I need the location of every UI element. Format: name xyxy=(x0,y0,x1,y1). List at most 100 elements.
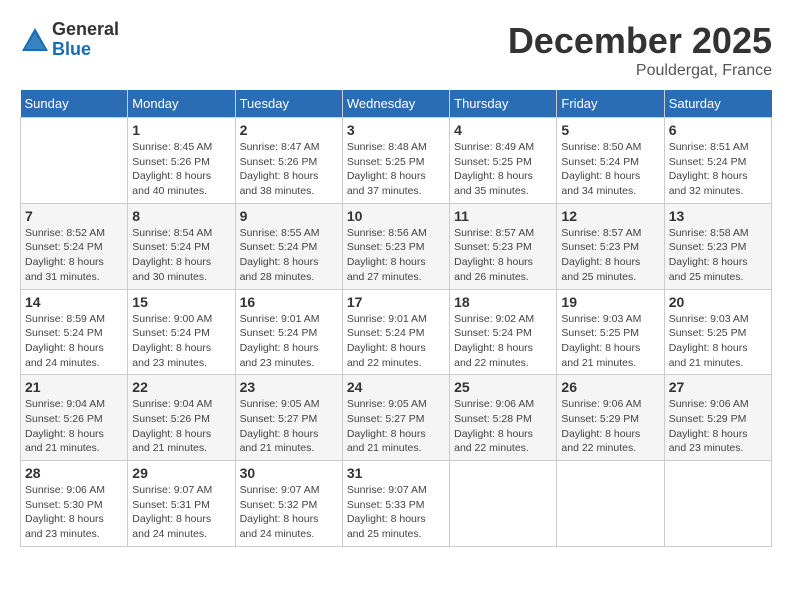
calendar-cell: 30 Sunrise: 9:07 AM Sunset: 5:32 PM Dayl… xyxy=(235,461,342,547)
day-info: Sunrise: 8:59 AM Sunset: 5:24 PM Dayligh… xyxy=(25,312,123,371)
weekday-header: Friday xyxy=(557,90,664,118)
daylight: Daylight: 8 hours and 24 minutes. xyxy=(240,513,319,540)
sunrise: Sunrise: 9:03 AM xyxy=(561,313,641,325)
calendar-cell xyxy=(21,118,128,204)
day-info: Sunrise: 9:07 AM Sunset: 5:33 PM Dayligh… xyxy=(347,483,445,542)
sunrise: Sunrise: 9:06 AM xyxy=(669,398,749,410)
sunset: Sunset: 5:23 PM xyxy=(347,241,425,253)
day-number: 20 xyxy=(669,294,767,310)
calendar-cell: 11 Sunrise: 8:57 AM Sunset: 5:23 PM Dayl… xyxy=(450,203,557,289)
daylight: Daylight: 8 hours and 21 minutes. xyxy=(669,342,748,369)
sunset: Sunset: 5:24 PM xyxy=(347,327,425,339)
day-number: 13 xyxy=(669,208,767,224)
sunrise: Sunrise: 8:50 AM xyxy=(561,141,641,153)
calendar-cell: 5 Sunrise: 8:50 AM Sunset: 5:24 PM Dayli… xyxy=(557,118,664,204)
day-number: 29 xyxy=(132,465,230,481)
calendar-week-row: 14 Sunrise: 8:59 AM Sunset: 5:24 PM Dayl… xyxy=(21,289,772,375)
day-info: Sunrise: 9:03 AM Sunset: 5:25 PM Dayligh… xyxy=(669,312,767,371)
day-number: 18 xyxy=(454,294,552,310)
day-number: 24 xyxy=(347,379,445,395)
sunset: Sunset: 5:24 PM xyxy=(454,327,532,339)
day-number: 15 xyxy=(132,294,230,310)
sunrise: Sunrise: 9:03 AM xyxy=(669,313,749,325)
sunset: Sunset: 5:24 PM xyxy=(25,327,103,339)
sunset: Sunset: 5:25 PM xyxy=(561,327,639,339)
calendar-cell: 17 Sunrise: 9:01 AM Sunset: 5:24 PM Dayl… xyxy=(342,289,449,375)
daylight: Daylight: 8 hours and 21 minutes. xyxy=(347,428,426,455)
sunset: Sunset: 5:30 PM xyxy=(25,499,103,511)
title-block: December 2025 Pouldergat, France xyxy=(508,20,772,80)
calendar-body: 1 Sunrise: 8:45 AM Sunset: 5:26 PM Dayli… xyxy=(21,118,772,547)
sunrise: Sunrise: 9:00 AM xyxy=(132,313,212,325)
day-info: Sunrise: 8:57 AM Sunset: 5:23 PM Dayligh… xyxy=(454,226,552,285)
sunrise: Sunrise: 9:06 AM xyxy=(561,398,641,410)
calendar-cell: 29 Sunrise: 9:07 AM Sunset: 5:31 PM Dayl… xyxy=(128,461,235,547)
day-info: Sunrise: 8:47 AM Sunset: 5:26 PM Dayligh… xyxy=(240,140,338,199)
daylight: Daylight: 8 hours and 28 minutes. xyxy=(240,256,319,283)
day-info: Sunrise: 8:50 AM Sunset: 5:24 PM Dayligh… xyxy=(561,140,659,199)
day-number: 1 xyxy=(132,122,230,138)
sunset: Sunset: 5:24 PM xyxy=(240,327,318,339)
calendar-cell: 20 Sunrise: 9:03 AM Sunset: 5:25 PM Dayl… xyxy=(664,289,771,375)
sunset: Sunset: 5:27 PM xyxy=(240,413,318,425)
sunrise: Sunrise: 8:54 AM xyxy=(132,227,212,239)
sunrise: Sunrise: 8:47 AM xyxy=(240,141,320,153)
sunset: Sunset: 5:23 PM xyxy=(669,241,747,253)
sunset: Sunset: 5:23 PM xyxy=(561,241,639,253)
sunrise: Sunrise: 9:04 AM xyxy=(25,398,105,410)
calendar-cell: 23 Sunrise: 9:05 AM Sunset: 5:27 PM Dayl… xyxy=(235,375,342,461)
day-info: Sunrise: 9:02 AM Sunset: 5:24 PM Dayligh… xyxy=(454,312,552,371)
sunrise: Sunrise: 8:57 AM xyxy=(561,227,641,239)
sunrise: Sunrise: 9:06 AM xyxy=(454,398,534,410)
sunset: Sunset: 5:25 PM xyxy=(347,156,425,168)
logo-icon xyxy=(20,25,50,55)
calendar-cell: 7 Sunrise: 8:52 AM Sunset: 5:24 PM Dayli… xyxy=(21,203,128,289)
calendar-cell: 9 Sunrise: 8:55 AM Sunset: 5:24 PM Dayli… xyxy=(235,203,342,289)
day-number: 23 xyxy=(240,379,338,395)
sunrise: Sunrise: 8:58 AM xyxy=(669,227,749,239)
sunrise: Sunrise: 8:45 AM xyxy=(132,141,212,153)
location: Pouldergat, France xyxy=(508,62,772,80)
day-number: 27 xyxy=(669,379,767,395)
sunrise: Sunrise: 9:07 AM xyxy=(132,484,212,496)
day-number: 10 xyxy=(347,208,445,224)
sunrise: Sunrise: 8:51 AM xyxy=(669,141,749,153)
logo-blue: Blue xyxy=(52,40,119,60)
calendar-cell: 13 Sunrise: 8:58 AM Sunset: 5:23 PM Dayl… xyxy=(664,203,771,289)
day-info: Sunrise: 9:01 AM Sunset: 5:24 PM Dayligh… xyxy=(240,312,338,371)
day-info: Sunrise: 9:06 AM Sunset: 5:29 PM Dayligh… xyxy=(561,397,659,456)
weekday-header: Sunday xyxy=(21,90,128,118)
daylight: Daylight: 8 hours and 34 minutes. xyxy=(561,170,640,197)
sunrise: Sunrise: 9:05 AM xyxy=(240,398,320,410)
calendar-cell: 22 Sunrise: 9:04 AM Sunset: 5:26 PM Dayl… xyxy=(128,375,235,461)
sunrise: Sunrise: 9:04 AM xyxy=(132,398,212,410)
sunrise: Sunrise: 8:59 AM xyxy=(25,313,105,325)
day-info: Sunrise: 8:56 AM Sunset: 5:23 PM Dayligh… xyxy=(347,226,445,285)
calendar-cell: 26 Sunrise: 9:06 AM Sunset: 5:29 PM Dayl… xyxy=(557,375,664,461)
daylight: Daylight: 8 hours and 30 minutes. xyxy=(132,256,211,283)
day-info: Sunrise: 9:07 AM Sunset: 5:32 PM Dayligh… xyxy=(240,483,338,542)
sunrise: Sunrise: 8:52 AM xyxy=(25,227,105,239)
daylight: Daylight: 8 hours and 23 minutes. xyxy=(25,513,104,540)
day-number: 7 xyxy=(25,208,123,224)
daylight: Daylight: 8 hours and 23 minutes. xyxy=(240,342,319,369)
calendar-cell: 10 Sunrise: 8:56 AM Sunset: 5:23 PM Dayl… xyxy=(342,203,449,289)
daylight: Daylight: 8 hours and 31 minutes. xyxy=(25,256,104,283)
calendar-week-row: 7 Sunrise: 8:52 AM Sunset: 5:24 PM Dayli… xyxy=(21,203,772,289)
day-info: Sunrise: 8:58 AM Sunset: 5:23 PM Dayligh… xyxy=(669,226,767,285)
daylight: Daylight: 8 hours and 35 minutes. xyxy=(454,170,533,197)
daylight: Daylight: 8 hours and 27 minutes. xyxy=(347,256,426,283)
calendar-cell: 18 Sunrise: 9:02 AM Sunset: 5:24 PM Dayl… xyxy=(450,289,557,375)
sunset: Sunset: 5:25 PM xyxy=(669,327,747,339)
day-info: Sunrise: 8:52 AM Sunset: 5:24 PM Dayligh… xyxy=(25,226,123,285)
calendar-cell: 2 Sunrise: 8:47 AM Sunset: 5:26 PM Dayli… xyxy=(235,118,342,204)
sunset: Sunset: 5:27 PM xyxy=(347,413,425,425)
sunrise: Sunrise: 9:01 AM xyxy=(240,313,320,325)
day-info: Sunrise: 9:07 AM Sunset: 5:31 PM Dayligh… xyxy=(132,483,230,542)
day-number: 21 xyxy=(25,379,123,395)
calendar-cell: 28 Sunrise: 9:06 AM Sunset: 5:30 PM Dayl… xyxy=(21,461,128,547)
page-header: General Blue December 2025 Pouldergat, F… xyxy=(20,20,772,80)
daylight: Daylight: 8 hours and 24 minutes. xyxy=(132,513,211,540)
daylight: Daylight: 8 hours and 22 minutes. xyxy=(347,342,426,369)
sunrise: Sunrise: 9:01 AM xyxy=(347,313,427,325)
